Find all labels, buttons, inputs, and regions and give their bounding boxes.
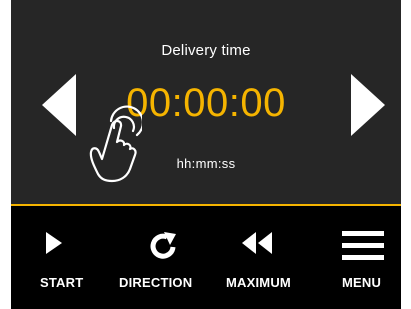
bottom-toolbar: START DIRECTION MAXIMUM MENU bbox=[11, 206, 401, 309]
display-screen: Delivery time 00:00:00 hh:mm:ss bbox=[11, 0, 401, 204]
direction-label: DIRECTION bbox=[119, 275, 193, 290]
maximum-button[interactable]: MAXIMUM bbox=[221, 206, 316, 309]
rotate-arrow-icon bbox=[150, 232, 176, 259]
hamburger-menu-icon bbox=[342, 231, 384, 260]
display-title: Delivery time bbox=[161, 42, 251, 59]
start-label: START bbox=[40, 275, 84, 290]
time-value[interactable]: 00:00:00 bbox=[11, 80, 401, 126]
tap-hand-icon bbox=[89, 105, 142, 183]
direction-button[interactable]: DIRECTION bbox=[106, 206, 221, 309]
maximum-label: MAXIMUM bbox=[226, 275, 291, 290]
device-panel: Delivery time 00:00:00 hh:mm:ss START DI… bbox=[11, 0, 401, 309]
next-arrow-icon[interactable] bbox=[351, 74, 385, 136]
menu-label: MENU bbox=[342, 275, 382, 290]
menu-button[interactable]: MENU bbox=[321, 206, 401, 309]
rewind-icon bbox=[242, 232, 272, 254]
play-icon bbox=[46, 232, 62, 254]
time-format-label: hh:mm:ss bbox=[176, 156, 236, 171]
start-button[interactable]: START bbox=[11, 206, 101, 309]
